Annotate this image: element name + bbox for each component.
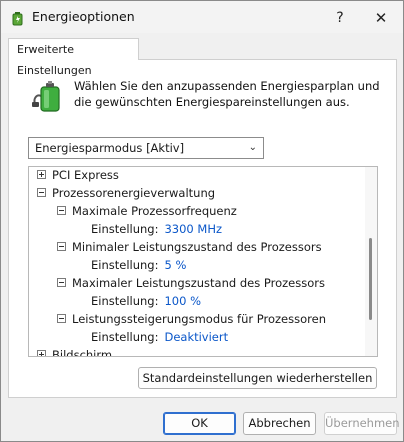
setting-value-link[interactable]: 100 % bbox=[164, 294, 201, 308]
collapse-minus-icon[interactable] bbox=[57, 242, 66, 251]
power-options-window: Energieoptionen ? ✕ Erweiterte Einstellu… bbox=[0, 0, 404, 442]
setting-value-link[interactable]: Deaktiviert bbox=[164, 330, 228, 344]
tree-item-label: PCI Express bbox=[52, 168, 119, 182]
setting-key: Einstellung: bbox=[91, 294, 159, 308]
tree-item-display[interactable]: Bildschirm bbox=[37, 346, 112, 356]
tree-item-pci-express[interactable]: PCI Express bbox=[37, 167, 119, 184]
tree-item-label: Minimaler Leistungszustand des Prozessor… bbox=[72, 240, 322, 254]
power-plan-value: Energiesparmodus [Aktiv] bbox=[35, 141, 185, 155]
expand-plus-icon[interactable] bbox=[37, 170, 46, 179]
apply-button[interactable]: Übernehmen bbox=[324, 412, 400, 435]
title-bar[interactable]: Energieoptionen ? ✕ bbox=[1, 1, 403, 33]
power-plan-select[interactable]: Energiesparmodus [Aktiv] ⌄ bbox=[28, 137, 264, 159]
tree-setting-boost-mode[interactable]: Einstellung: Deaktiviert bbox=[91, 328, 228, 346]
settings-tree: PCI Express Prozessorenergieverwaltung M… bbox=[28, 166, 378, 357]
power-options-icon bbox=[12, 12, 23, 26]
collapse-minus-icon[interactable] bbox=[57, 314, 66, 323]
help-button[interactable]: ? bbox=[327, 7, 353, 29]
tree-item-label: Maximale Prozessorfrequenz bbox=[72, 204, 237, 218]
restore-defaults-button[interactable]: Standardeinstellungen wiederherstellen bbox=[138, 367, 377, 389]
tree-item-max-state[interactable]: Maximaler Leistungszustand des Prozessor… bbox=[57, 274, 325, 292]
setting-key: Einstellung: bbox=[91, 222, 159, 236]
tree-setting-min-state[interactable]: Einstellung: 5 % bbox=[91, 256, 186, 274]
tree-scrollbar[interactable] bbox=[365, 167, 377, 356]
setting-key: Einstellung: bbox=[91, 330, 159, 344]
tree-item-min-state[interactable]: Minimaler Leistungszustand des Prozessor… bbox=[57, 238, 322, 256]
tree-item-label: Leistungssteigerungsmodus für Prozessore… bbox=[72, 312, 326, 326]
tree-item-label: Maximaler Leistungszustand des Prozessor… bbox=[72, 276, 325, 290]
collapse-minus-icon[interactable] bbox=[57, 278, 66, 287]
battery-plug-icon bbox=[32, 81, 60, 112]
tree-item-label: Bildschirm bbox=[52, 348, 113, 356]
setting-value-link[interactable]: 5 % bbox=[164, 258, 186, 272]
tree-setting-max-state[interactable]: Einstellung: 100 % bbox=[91, 292, 201, 310]
ok-button[interactable]: OK bbox=[163, 412, 236, 435]
close-button[interactable]: ✕ bbox=[367, 7, 395, 29]
tree-setting-max-frequency[interactable]: Einstellung: 3300 MHz bbox=[91, 220, 222, 238]
tab-advanced-settings[interactable]: Erweiterte Einstellungen bbox=[8, 38, 139, 77]
advanced-settings-panel: Wählen Sie den anzupassenden Energiespar… bbox=[8, 59, 397, 398]
tree-item-processor-power[interactable]: Prozessorenergieverwaltung bbox=[37, 184, 215, 202]
cancel-button[interactable]: Abbrechen bbox=[243, 412, 316, 435]
tree-item-max-frequency[interactable]: Maximale Prozessorfrequenz bbox=[57, 202, 237, 220]
setting-value-link[interactable]: 3300 MHz bbox=[164, 222, 222, 236]
expand-plus-icon[interactable] bbox=[37, 350, 46, 356]
setting-key: Einstellung: bbox=[91, 258, 159, 272]
settings-tree-content: PCI Express Prozessorenergieverwaltung M… bbox=[29, 167, 365, 356]
scrollbar-thumb[interactable] bbox=[369, 238, 372, 320]
intro-text: Wählen Sie den anzupassenden Energiespar… bbox=[74, 79, 380, 109]
collapse-minus-icon[interactable] bbox=[37, 188, 46, 197]
window-title: Energieoptionen bbox=[32, 9, 135, 24]
tree-item-label: Prozessorenergieverwaltung bbox=[52, 186, 216, 200]
chevron-down-icon: ⌄ bbox=[248, 142, 257, 153]
collapse-minus-icon[interactable] bbox=[57, 206, 66, 215]
tree-item-boost-mode[interactable]: Leistungssteigerungsmodus für Prozessore… bbox=[57, 310, 326, 328]
